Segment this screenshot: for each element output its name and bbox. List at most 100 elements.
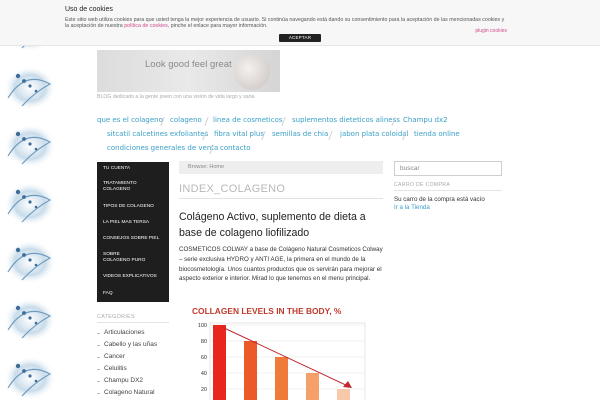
- nav-item-condiciones[interactable]: condiciones generales de venta: [107, 144, 218, 152]
- nav-item-sitcatil[interactable]: sitcatil calcetines exfoliantes: [107, 130, 208, 138]
- left-menu-item-faq[interactable]: FAQ: [103, 291, 113, 297]
- category-bullet: [97, 345, 100, 346]
- category-bullet: [97, 369, 100, 370]
- cookie-title: Uso de cookies: [65, 6, 113, 13]
- category-link-celulitis[interactable]: Celulitis: [104, 365, 127, 372]
- blue-bead: [15, 189, 21, 195]
- nav-item-champu-dx2[interactable]: Champu dx2: [403, 116, 448, 124]
- nav-item-contacto[interactable]: contacto: [220, 144, 250, 152]
- blue-bead: [22, 311, 26, 315]
- chart-bar: [306, 373, 319, 400]
- search-input[interactable]: buscar: [394, 161, 502, 176]
- water-splash: [4, 298, 56, 342]
- left-menu-item-consejos-sobre-piel[interactable]: CONSEJOS SOBRE PIEL: [103, 236, 159, 242]
- chart-bar: [337, 389, 350, 400]
- post-body: COSMETICOS COLWAY a base de Colágeno Nat…: [179, 246, 383, 283]
- category-bullet: [97, 381, 100, 382]
- cookie-accept-button[interactable]: ACEPTAR: [279, 34, 321, 42]
- cookie-more-link[interactable]: plugin cookies: [475, 28, 507, 34]
- blue-bead: [34, 321, 38, 325]
- blue-bead: [22, 369, 26, 373]
- left-menu-item-sobre-colageno-puro[interactable]: SOBRE COLAGENO PURO: [103, 252, 148, 264]
- blue-bead: [15, 131, 21, 137]
- collagen-levels-chart: COLLAGEN LEVELS IN THE BODY, % 100 80 60 40…: [192, 306, 366, 400]
- category-bullet: [97, 357, 100, 358]
- chart-bar: [244, 341, 257, 400]
- blue-bead: [22, 137, 26, 141]
- header-banner[interactable]: Look good feel great: [97, 50, 280, 92]
- blue-bead: [28, 258, 32, 262]
- cart-heading: CARRO DE COMPRA: [394, 182, 451, 188]
- banner-text: Look good feel great: [145, 59, 232, 70]
- blue-bead: [15, 73, 21, 79]
- chart-bar: [275, 357, 288, 400]
- category-link-champu-dx2[interactable]: Champu DX2: [104, 377, 143, 384]
- nav-item-suplementos[interactable]: suplementos dieteticos aliness: [292, 116, 400, 124]
- left-side-menu: TU CUENTA TRATAMIENTO COLAGENO TIPOS DE …: [97, 162, 169, 302]
- left-menu-item-videos-explicativos[interactable]: VIDEOS EXPLICATIVOS: [103, 274, 157, 280]
- blue-bead: [28, 316, 32, 320]
- nav-item-que-es-el-colageno[interactable]: que es el colageno: [97, 116, 163, 124]
- categories-divider: [97, 322, 169, 323]
- blue-bead: [34, 147, 38, 151]
- chart-bar: [213, 325, 226, 400]
- cookie-text-part2: , pinche el enlace para mayor informació…: [167, 23, 268, 29]
- chart-y-tick-label: 60: [201, 355, 207, 361]
- site-tagline: BLOG dedicado a la gente joven con una v…: [97, 94, 255, 100]
- chart-y-tick-label: 40: [201, 371, 207, 377]
- blue-bead: [22, 253, 26, 257]
- water-splash: [4, 240, 56, 284]
- blue-bead: [34, 263, 38, 267]
- left-menu-item-tipos-de-colageno[interactable]: TIPOS DE COLAGENO: [103, 204, 154, 210]
- post-title[interactable]: Colágeno Activo, suplemento de dieta a b…: [179, 209, 389, 241]
- water-splash: [4, 66, 56, 110]
- blue-bead: [22, 195, 26, 199]
- blue-bead: [15, 247, 21, 253]
- category-link-articulaciones[interactable]: Articulaciones: [104, 329, 144, 336]
- blue-bead: [28, 142, 32, 146]
- blue-bead: [28, 374, 32, 378]
- nav-item-linea-de-cosmeticos[interactable]: linea de cosmeticos: [213, 116, 283, 124]
- categories-heading: CATEGORIES: [97, 314, 135, 320]
- title-divider: [179, 198, 383, 199]
- nav-separator: [328, 131, 333, 140]
- nav-item-tienda-online[interactable]: tienda online: [414, 130, 460, 138]
- blue-bead: [34, 205, 38, 209]
- nav-item-semillas-de-chia[interactable]: semillas de chia: [272, 130, 328, 138]
- blue-bead: [22, 79, 26, 83]
- nav-item-colageno[interactable]: colageno: [170, 116, 202, 124]
- breadcrumb-text[interactable]: Browse: Home: [188, 164, 224, 170]
- water-splash: [4, 182, 56, 226]
- water-splash: [4, 124, 56, 168]
- chart-y-tick-label: 20: [201, 387, 207, 393]
- chart-body: 100 80 60 40 20: [198, 322, 366, 400]
- water-splash-pattern: [4, 8, 56, 400]
- water-splash: [4, 356, 56, 400]
- go-to-store-link[interactable]: Ir a la Tienda: [394, 204, 430, 211]
- blue-bead: [28, 200, 32, 204]
- chart-y-tick-label: 100: [198, 323, 207, 329]
- blue-bead: [15, 305, 21, 311]
- nav-separator: [204, 117, 209, 126]
- cookie-policy-link[interactable]: política de cookies: [124, 23, 168, 29]
- left-menu-item-tu-cuenta[interactable]: TU CUENTA: [103, 166, 130, 172]
- nav-item-fibra-vital[interactable]: fibra vital plus: [214, 130, 264, 138]
- blue-bead: [15, 363, 21, 369]
- decorative-water-strip: [0, 0, 60, 400]
- cart-empty-message: Su carro de la compra está vacío: [394, 196, 485, 203]
- category-link-cancer[interactable]: Cancer: [104, 353, 125, 360]
- category-bullet: [97, 333, 100, 334]
- category-bullet: [97, 393, 100, 394]
- left-menu-item-la-piel-mas-tersa[interactable]: LA PIEL MAS TERSA: [103, 220, 149, 226]
- banner-image: [234, 54, 270, 90]
- breadcrumb: Browse: Home: [179, 161, 383, 174]
- category-link-cabello[interactable]: Cabello y las uñas: [104, 341, 157, 348]
- left-menu-item-tratamiento-colageno[interactable]: TRATAMIENTO COLAGENO: [103, 181, 143, 193]
- cookie-text: Este sitio web utiliza cookies para que …: [65, 17, 505, 29]
- page-title: INDEX_COLAGENO: [179, 183, 286, 195]
- blue-bead: [28, 84, 32, 88]
- cookie-notice-bar: Uso de cookies Este sitio web utiliza co…: [0, 0, 600, 46]
- nav-item-jabon-plata[interactable]: jabon plata coloidal: [340, 130, 409, 138]
- category-link-colageno-natural[interactable]: Colageno Natural: [104, 389, 155, 396]
- chart-title: COLLAGEN LEVELS IN THE BODY, %: [192, 306, 342, 316]
